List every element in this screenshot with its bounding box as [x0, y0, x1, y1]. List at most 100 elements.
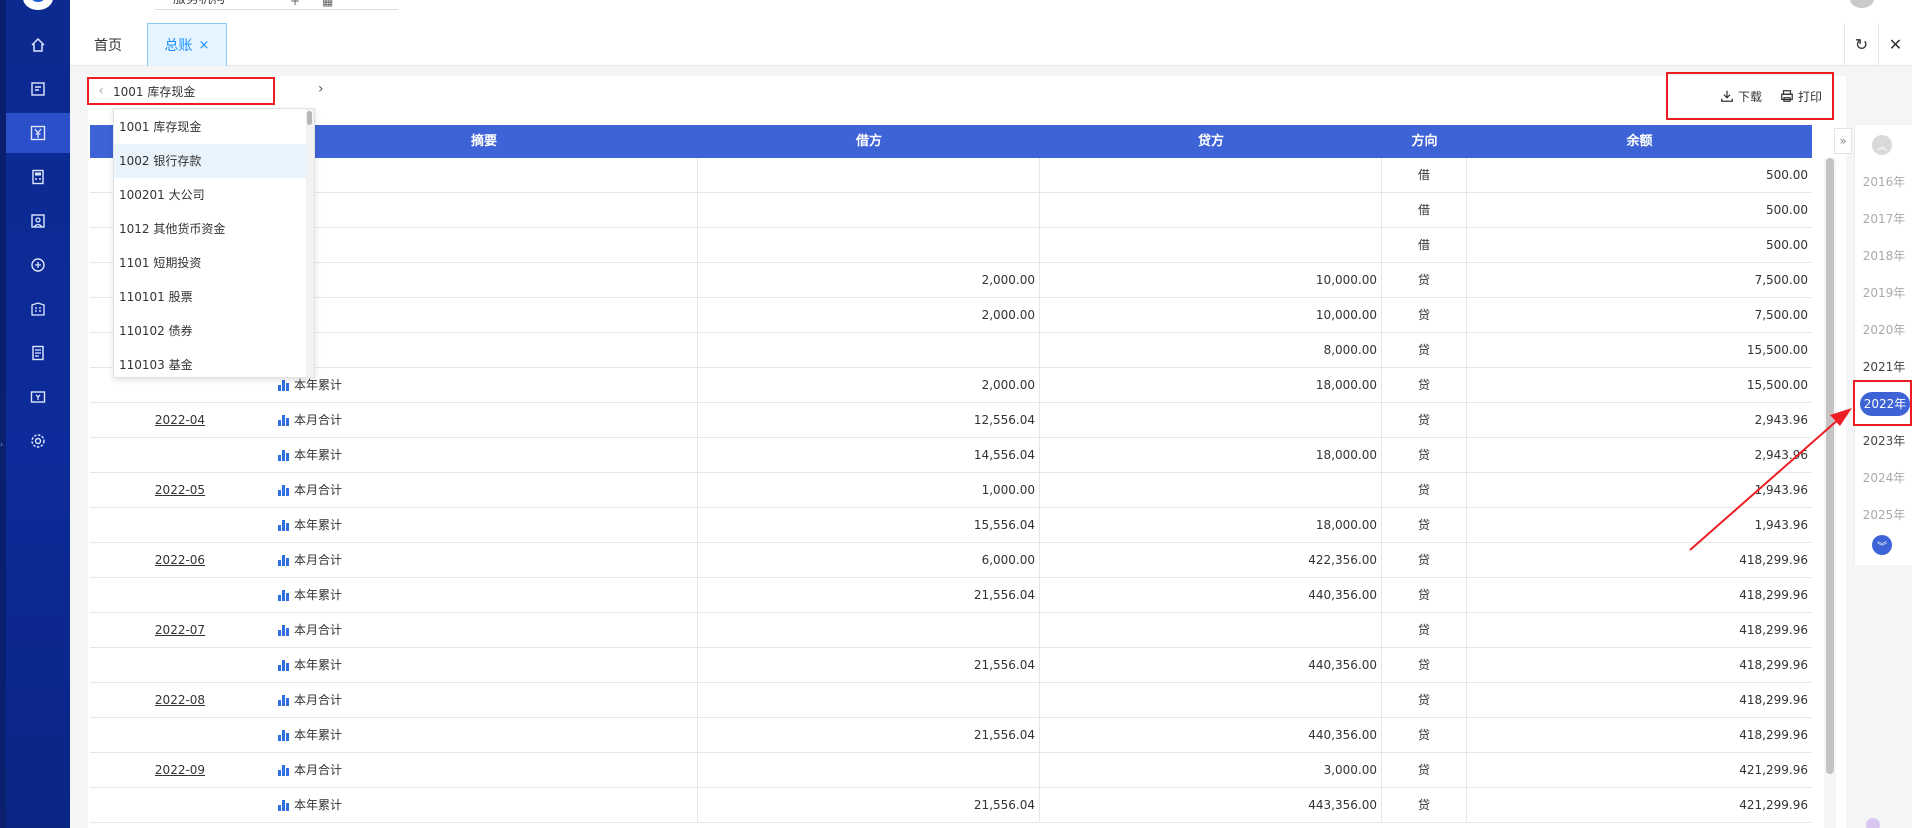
sidebar-item-settings[interactable] — [6, 421, 70, 461]
tab-general-ledger[interactable]: 总账 × — [147, 23, 227, 66]
refresh-icon[interactable]: ↻ — [1844, 23, 1878, 66]
year-option[interactable]: 2024年 — [1860, 466, 1908, 490]
download-button[interactable]: 下载 — [1720, 88, 1762, 105]
account-select[interactable]: ‹ 1001 库存现金 — [87, 77, 275, 105]
close-all-icon[interactable]: ✕ — [1878, 23, 1912, 66]
cell-period: 2022-08 — [90, 683, 270, 718]
print-button[interactable]: 打印 — [1780, 88, 1822, 105]
sidebar-item-voucher[interactable] — [6, 69, 70, 109]
avatar[interactable] — [1850, 0, 1874, 8]
tab-close-icon[interactable]: × — [199, 38, 210, 53]
account-option[interactable]: 100201 大公司 — [114, 178, 308, 212]
sidebar-item-ledger[interactable] — [6, 333, 70, 373]
cell-summary: 本月合计 — [270, 473, 698, 508]
period-link[interactable]: 2022-08 — [155, 693, 205, 707]
tab-home[interactable]: 首页 — [94, 23, 122, 66]
bar-chart-icon[interactable] — [278, 695, 290, 706]
year-panel-toggle[interactable]: » — [1834, 128, 1852, 154]
bar-chart-icon[interactable] — [278, 765, 290, 776]
cell-direction: 贷 — [1382, 578, 1467, 613]
cell-balance: 418,299.96 — [1739, 693, 1808, 707]
bar-chart-icon[interactable] — [278, 660, 290, 671]
sidebar-item-home[interactable] — [6, 25, 70, 65]
year-option[interactable]: 2016年 — [1860, 170, 1908, 194]
cell-debit — [698, 613, 1040, 648]
year-option[interactable]: 2017年 — [1860, 207, 1908, 231]
bar-chart-icon[interactable] — [278, 415, 290, 426]
cell-direction: 贷 — [1382, 613, 1467, 648]
year-option[interactable]: 2020年 — [1860, 318, 1908, 342]
year-option[interactable]: 2025年 — [1860, 503, 1908, 527]
account-option[interactable]: 110102 债券 — [114, 314, 308, 348]
year-up-icon[interactable]: ︽ — [1872, 135, 1892, 155]
cell-balance: 418,299.96 — [1739, 588, 1808, 602]
voucher-icon — [31, 82, 45, 96]
year-option[interactable]: 2023年 — [1860, 429, 1908, 453]
ledger-icon — [32, 345, 44, 361]
year-highlight-box — [1853, 380, 1912, 426]
cell-credit: 8,000.00 — [1040, 333, 1382, 368]
sidebar-item-tax[interactable] — [6, 245, 70, 285]
account-option[interactable]: 1012 其他货币资金 — [114, 212, 308, 246]
period-link[interactable]: 2022-04 — [155, 413, 205, 427]
cell-direction: 借 — [1382, 228, 1467, 263]
bar-chart-icon[interactable] — [278, 555, 290, 566]
cell-summary: 本年累计 — [270, 578, 698, 613]
cell-credit: 443,356.00 — [1040, 788, 1382, 823]
account-option[interactable]: 1101 短期投资 — [114, 246, 308, 280]
bar-chart-icon[interactable] — [278, 730, 290, 741]
top-plus-icon[interactable]: + — [290, 0, 300, 8]
bar-chart-icon[interactable] — [278, 450, 290, 461]
home-icon — [31, 37, 45, 52]
sidebar-item-calculator[interactable] — [6, 157, 70, 197]
cell-credit: 3,000.00 — [1040, 753, 1382, 788]
cell-credit — [1040, 158, 1382, 193]
account-option[interactable]: 1001 库存现金 — [114, 110, 308, 144]
bar-chart-icon[interactable] — [278, 380, 290, 391]
cell-credit: 440,356.00 — [1040, 718, 1382, 753]
cell-period: 2022-05 — [90, 473, 270, 508]
sidebar-item-yen[interactable] — [6, 113, 70, 153]
table-row: 2022-04 本月合计 12,556.04 贷 2,943.96 — [90, 403, 1812, 438]
cell-summary: 本年累计 — [270, 718, 698, 753]
sidebar-item-building[interactable] — [6, 289, 70, 329]
sidebar-collapse-handle[interactable]: › — [0, 438, 6, 452]
ledger-table: 摘要 借方 贷方 方向 余额 额借500.00合计借500.00累计借500.0… — [90, 125, 1812, 828]
table-row: 合计2,000.0010,000.00贷 7,500.00 — [90, 263, 1812, 298]
dropdown-scroll-track[interactable] — [306, 109, 314, 377]
account-option[interactable]: 110103 基金 — [114, 348, 308, 377]
table-row: 本年累计 2,000.00 18,000.00 贷 15,500.00 — [90, 368, 1812, 403]
period-link[interactable]: 2022-07 — [155, 623, 205, 637]
top-grid-icon[interactable]: ▦ — [322, 0, 333, 8]
account-prev-icon[interactable]: ‹ — [89, 83, 113, 99]
year-option[interactable]: 2021年 — [1860, 355, 1908, 379]
cell-debit: 6,000.00 — [698, 543, 1040, 578]
cell-debit: 21,556.04 — [698, 648, 1040, 683]
table-scrollbar[interactable] — [1826, 158, 1834, 774]
org-selector[interactable]: 服务机构 — [155, 0, 398, 10]
bar-chart-icon[interactable] — [278, 625, 290, 636]
account-option[interactable]: 1002 银行存款 — [114, 144, 308, 178]
app-root: › 服务机构 + ▦ 首页 总账 × ↻ ✕ ‹ 1001 库存现金 › — [0, 0, 1912, 828]
cell-direction: 借 — [1382, 193, 1467, 228]
year-option[interactable]: 2019年 — [1860, 281, 1908, 305]
year-option[interactable]: 2018年 — [1860, 244, 1908, 268]
dropdown-scrollbar[interactable] — [307, 111, 312, 125]
bar-chart-icon[interactable] — [278, 520, 290, 531]
account-next-icon[interactable]: › — [318, 81, 324, 97]
settings-icon — [31, 434, 45, 448]
bar-chart-icon[interactable] — [278, 800, 290, 811]
sidebar-item-report[interactable] — [6, 201, 70, 241]
summary-text: 本年累计 — [294, 728, 343, 742]
period-link[interactable]: 2022-09 — [155, 763, 205, 777]
floating-assistant-icon[interactable] — [1866, 818, 1880, 828]
bar-chart-icon[interactable] — [278, 590, 290, 601]
header-summary: 摘要 — [470, 134, 497, 149]
year-down-icon[interactable]: ︾ — [1872, 535, 1892, 555]
period-link[interactable]: 2022-05 — [155, 483, 205, 497]
summary-text: 本月合计 — [294, 623, 343, 637]
bar-chart-icon[interactable] — [278, 485, 290, 496]
account-option[interactable]: 110101 股票 — [114, 280, 308, 314]
sidebar-item-payment[interactable] — [6, 377, 70, 417]
period-link[interactable]: 2022-06 — [155, 553, 205, 567]
